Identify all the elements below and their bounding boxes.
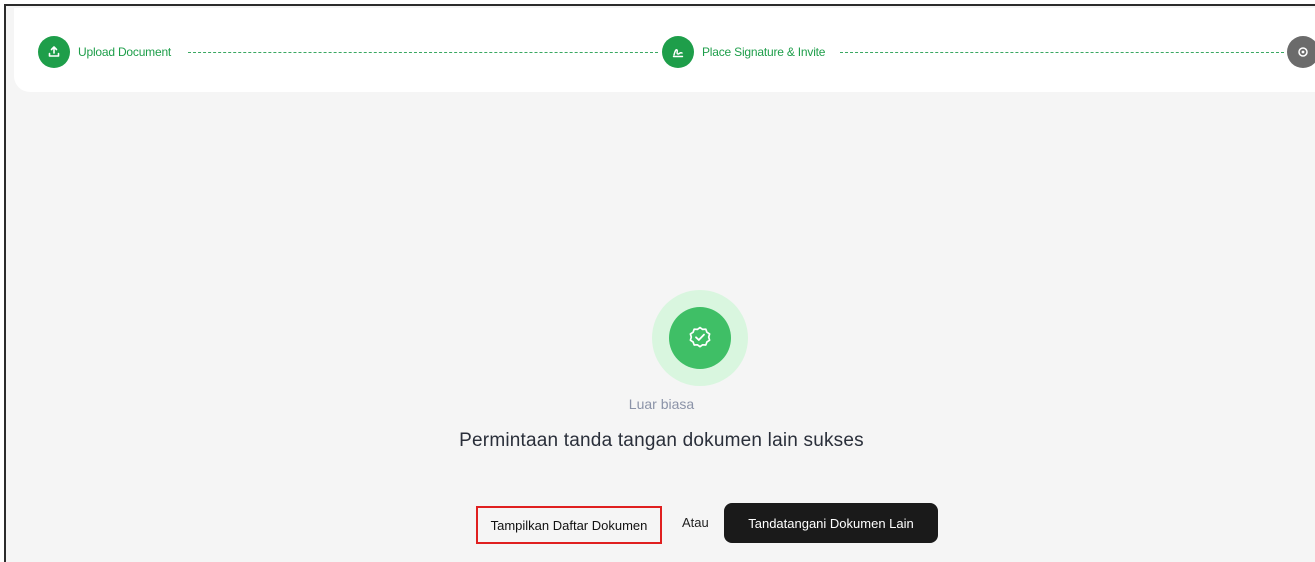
step-connector bbox=[188, 52, 658, 53]
success-title: Permintaan tanda tangan dokumen lain suk… bbox=[459, 430, 864, 451]
view-documents-button[interactable]: Tampilkan Daftar Dokumen bbox=[476, 506, 662, 544]
step-pending[interactable] bbox=[1287, 36, 1315, 68]
verified-check-icon bbox=[669, 307, 731, 369]
signature-icon bbox=[662, 36, 694, 68]
step-label-place-signature: Place Signature & Invite bbox=[702, 45, 826, 59]
success-badge bbox=[652, 290, 748, 386]
success-subtitle: Luar biasa bbox=[628, 396, 695, 412]
app-frame: Upload Document Place Signature & Invite bbox=[4, 4, 1315, 562]
settings-icon bbox=[1287, 36, 1315, 68]
step-connector bbox=[840, 52, 1284, 53]
stepper: Upload Document Place Signature & Invite bbox=[14, 8, 1315, 92]
upload-icon bbox=[38, 36, 70, 68]
sign-other-document-button[interactable]: Tandatangani Dokumen Lain bbox=[724, 503, 938, 543]
step-label-upload-document: Upload Document bbox=[78, 45, 172, 59]
or-separator: Atau bbox=[682, 515, 709, 530]
step-upload-document[interactable]: Upload Document bbox=[38, 36, 171, 68]
step-place-signature[interactable]: Place Signature & Invite bbox=[662, 36, 825, 68]
